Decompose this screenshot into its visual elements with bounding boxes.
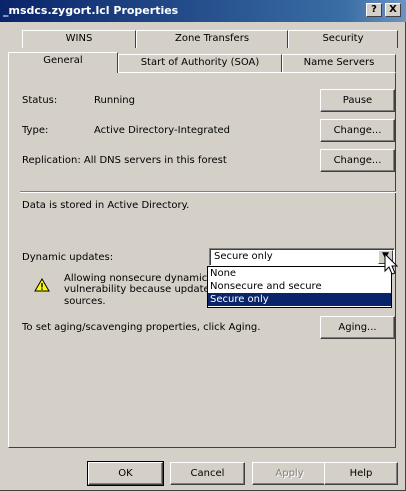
type-label: Type:: [22, 125, 49, 136]
dynamic-updates-dropdown: None Nonsecure and secure Secure only: [207, 266, 392, 308]
status-value: Running: [94, 95, 135, 106]
replication-text: Replication: All DNS servers in this for…: [22, 155, 227, 166]
ok-button[interactable]: OK: [87, 461, 164, 486]
storage-info-text: Data is stored in Active Directory.: [22, 200, 190, 211]
pause-button[interactable]: Pause: [320, 89, 395, 112]
aging-info-text: To set aging/scavenging properties, clic…: [22, 322, 261, 333]
warning-text-line2: vulnerability because updates: [64, 284, 215, 295]
tab-soa[interactable]: Start of Authority (SOA): [118, 54, 282, 72]
tab-wins[interactable]: WINS: [22, 30, 136, 48]
separator: [20, 191, 396, 193]
window-title: _msdcs.zygort.lcl Properties: [3, 4, 179, 17]
tab-zone-transfers[interactable]: Zone Transfers: [136, 30, 288, 48]
mouse-pointer-icon: [384, 253, 399, 275]
tab-general[interactable]: General: [8, 52, 118, 73]
aging-button[interactable]: Aging...: [320, 316, 395, 339]
help-button[interactable]: Help: [324, 462, 398, 485]
apply-button[interactable]: Apply: [252, 462, 327, 485]
tab-security[interactable]: Security: [288, 30, 398, 48]
dynamic-updates-value: Secure only: [214, 251, 273, 262]
properties-dialog: _msdcs.zygort.lcl Properties ? X WINS Zo…: [0, 0, 406, 491]
warning-text-line1: Allowing nonsecure dynamic u: [64, 273, 217, 284]
warning-text-line3: sources.: [64, 296, 106, 307]
tab-name-servers[interactable]: Name Servers: [282, 54, 396, 72]
change-type-button[interactable]: Change...: [320, 119, 395, 142]
type-value: Active Directory-Integrated: [94, 125, 231, 136]
cancel-button[interactable]: Cancel: [170, 462, 245, 485]
option-secure-only[interactable]: Secure only: [208, 293, 391, 306]
close-title-button[interactable]: X: [385, 3, 401, 17]
title-bar: _msdcs.zygort.lcl Properties ? X: [0, 0, 406, 22]
dynamic-updates-select[interactable]: Secure only ▼: [209, 248, 395, 266]
help-title-button[interactable]: ?: [366, 3, 382, 17]
warning-triangle-icon: [34, 278, 50, 292]
option-nonsecure-and-secure[interactable]: Nonsecure and secure: [208, 280, 391, 293]
status-label: Status:: [22, 95, 58, 106]
change-replication-button[interactable]: Change...: [320, 149, 395, 172]
option-none[interactable]: None: [208, 267, 391, 280]
dynamic-updates-label: Dynamic updates:: [22, 252, 114, 263]
